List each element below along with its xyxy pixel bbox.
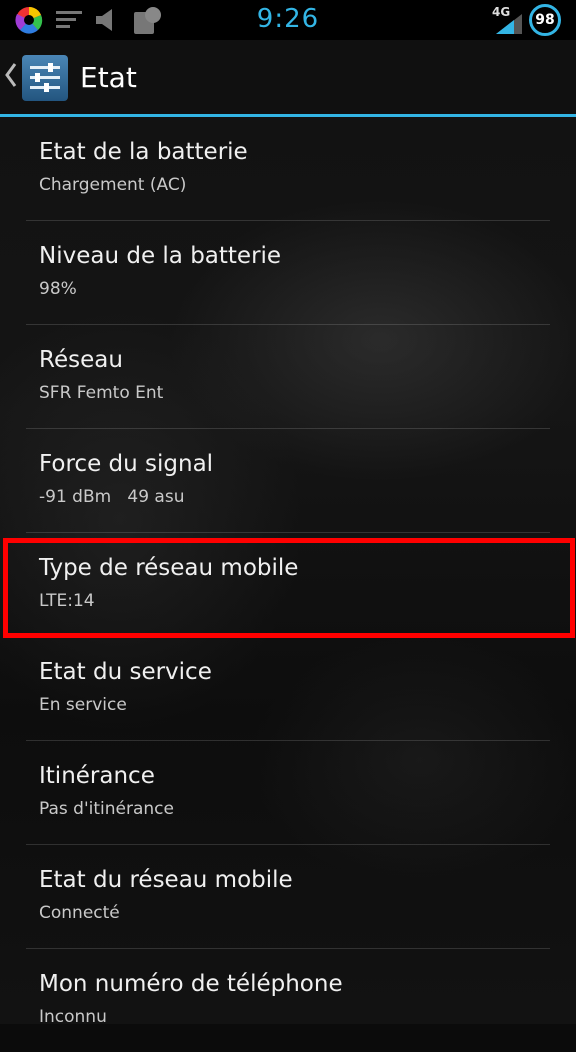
clock: 9:26 [256, 4, 320, 34]
list-item-mobile-network-type[interactable]: Type de réseau mobile LTE:14 [26, 533, 550, 637]
item-title: Niveau de la batterie [39, 243, 282, 269]
item-summary: -91 dBm 49 asu [39, 487, 185, 507]
signal-strength-icon [496, 14, 522, 38]
list-item-network[interactable]: Réseau SFR Femto Ent [26, 325, 550, 429]
back-chevron-icon[interactable] [4, 62, 18, 92]
battery-indicator: 98 [529, 4, 561, 36]
item-summary: LTE:14 [39, 591, 95, 611]
item-title: Mon numéro de téléphone [39, 971, 343, 997]
page-title: Etat [80, 61, 137, 94]
item-title: Etat de la batterie [39, 139, 248, 165]
list-item-service-state[interactable]: Etat du service En service [26, 637, 550, 741]
list-item-phone-number[interactable]: Mon numéro de téléphone Inconnu [26, 949, 550, 1052]
item-summary: Inconnu [39, 1007, 107, 1027]
status-list: Etat de la batterie Chargement (AC) Nive… [0, 117, 576, 1052]
item-summary: En service [39, 695, 127, 715]
list-item-battery-level[interactable]: Niveau de la batterie 98% [26, 221, 550, 325]
item-summary: Connecté [39, 903, 120, 923]
action-bar: Etat [0, 40, 576, 117]
status-bar: 9:26 4G 98 [0, 0, 576, 40]
item-title: Etat du service [39, 659, 212, 685]
item-summary: Chargement (AC) [39, 175, 187, 195]
item-title: Etat du réseau mobile [39, 867, 293, 893]
list-item-mobile-network-state[interactable]: Etat du réseau mobile Connecté [26, 845, 550, 949]
item-summary: SFR Femto Ent [39, 383, 164, 403]
item-title: Réseau [39, 347, 123, 373]
item-summary: Pas d'itinérance [39, 799, 174, 819]
list-item-battery-status[interactable]: Etat de la batterie Chargement (AC) [26, 117, 550, 221]
list-item-signal-strength[interactable]: Force du signal -91 dBm 49 asu [26, 429, 550, 533]
item-title: Force du signal [39, 451, 214, 477]
item-title: Type de réseau mobile [39, 555, 299, 581]
item-title: Itinérance [39, 763, 155, 789]
list-item-roaming[interactable]: Itinérance Pas d'itinérance [26, 741, 550, 845]
item-summary: 98% [39, 279, 77, 299]
settings-sliders-icon[interactable] [22, 55, 68, 101]
